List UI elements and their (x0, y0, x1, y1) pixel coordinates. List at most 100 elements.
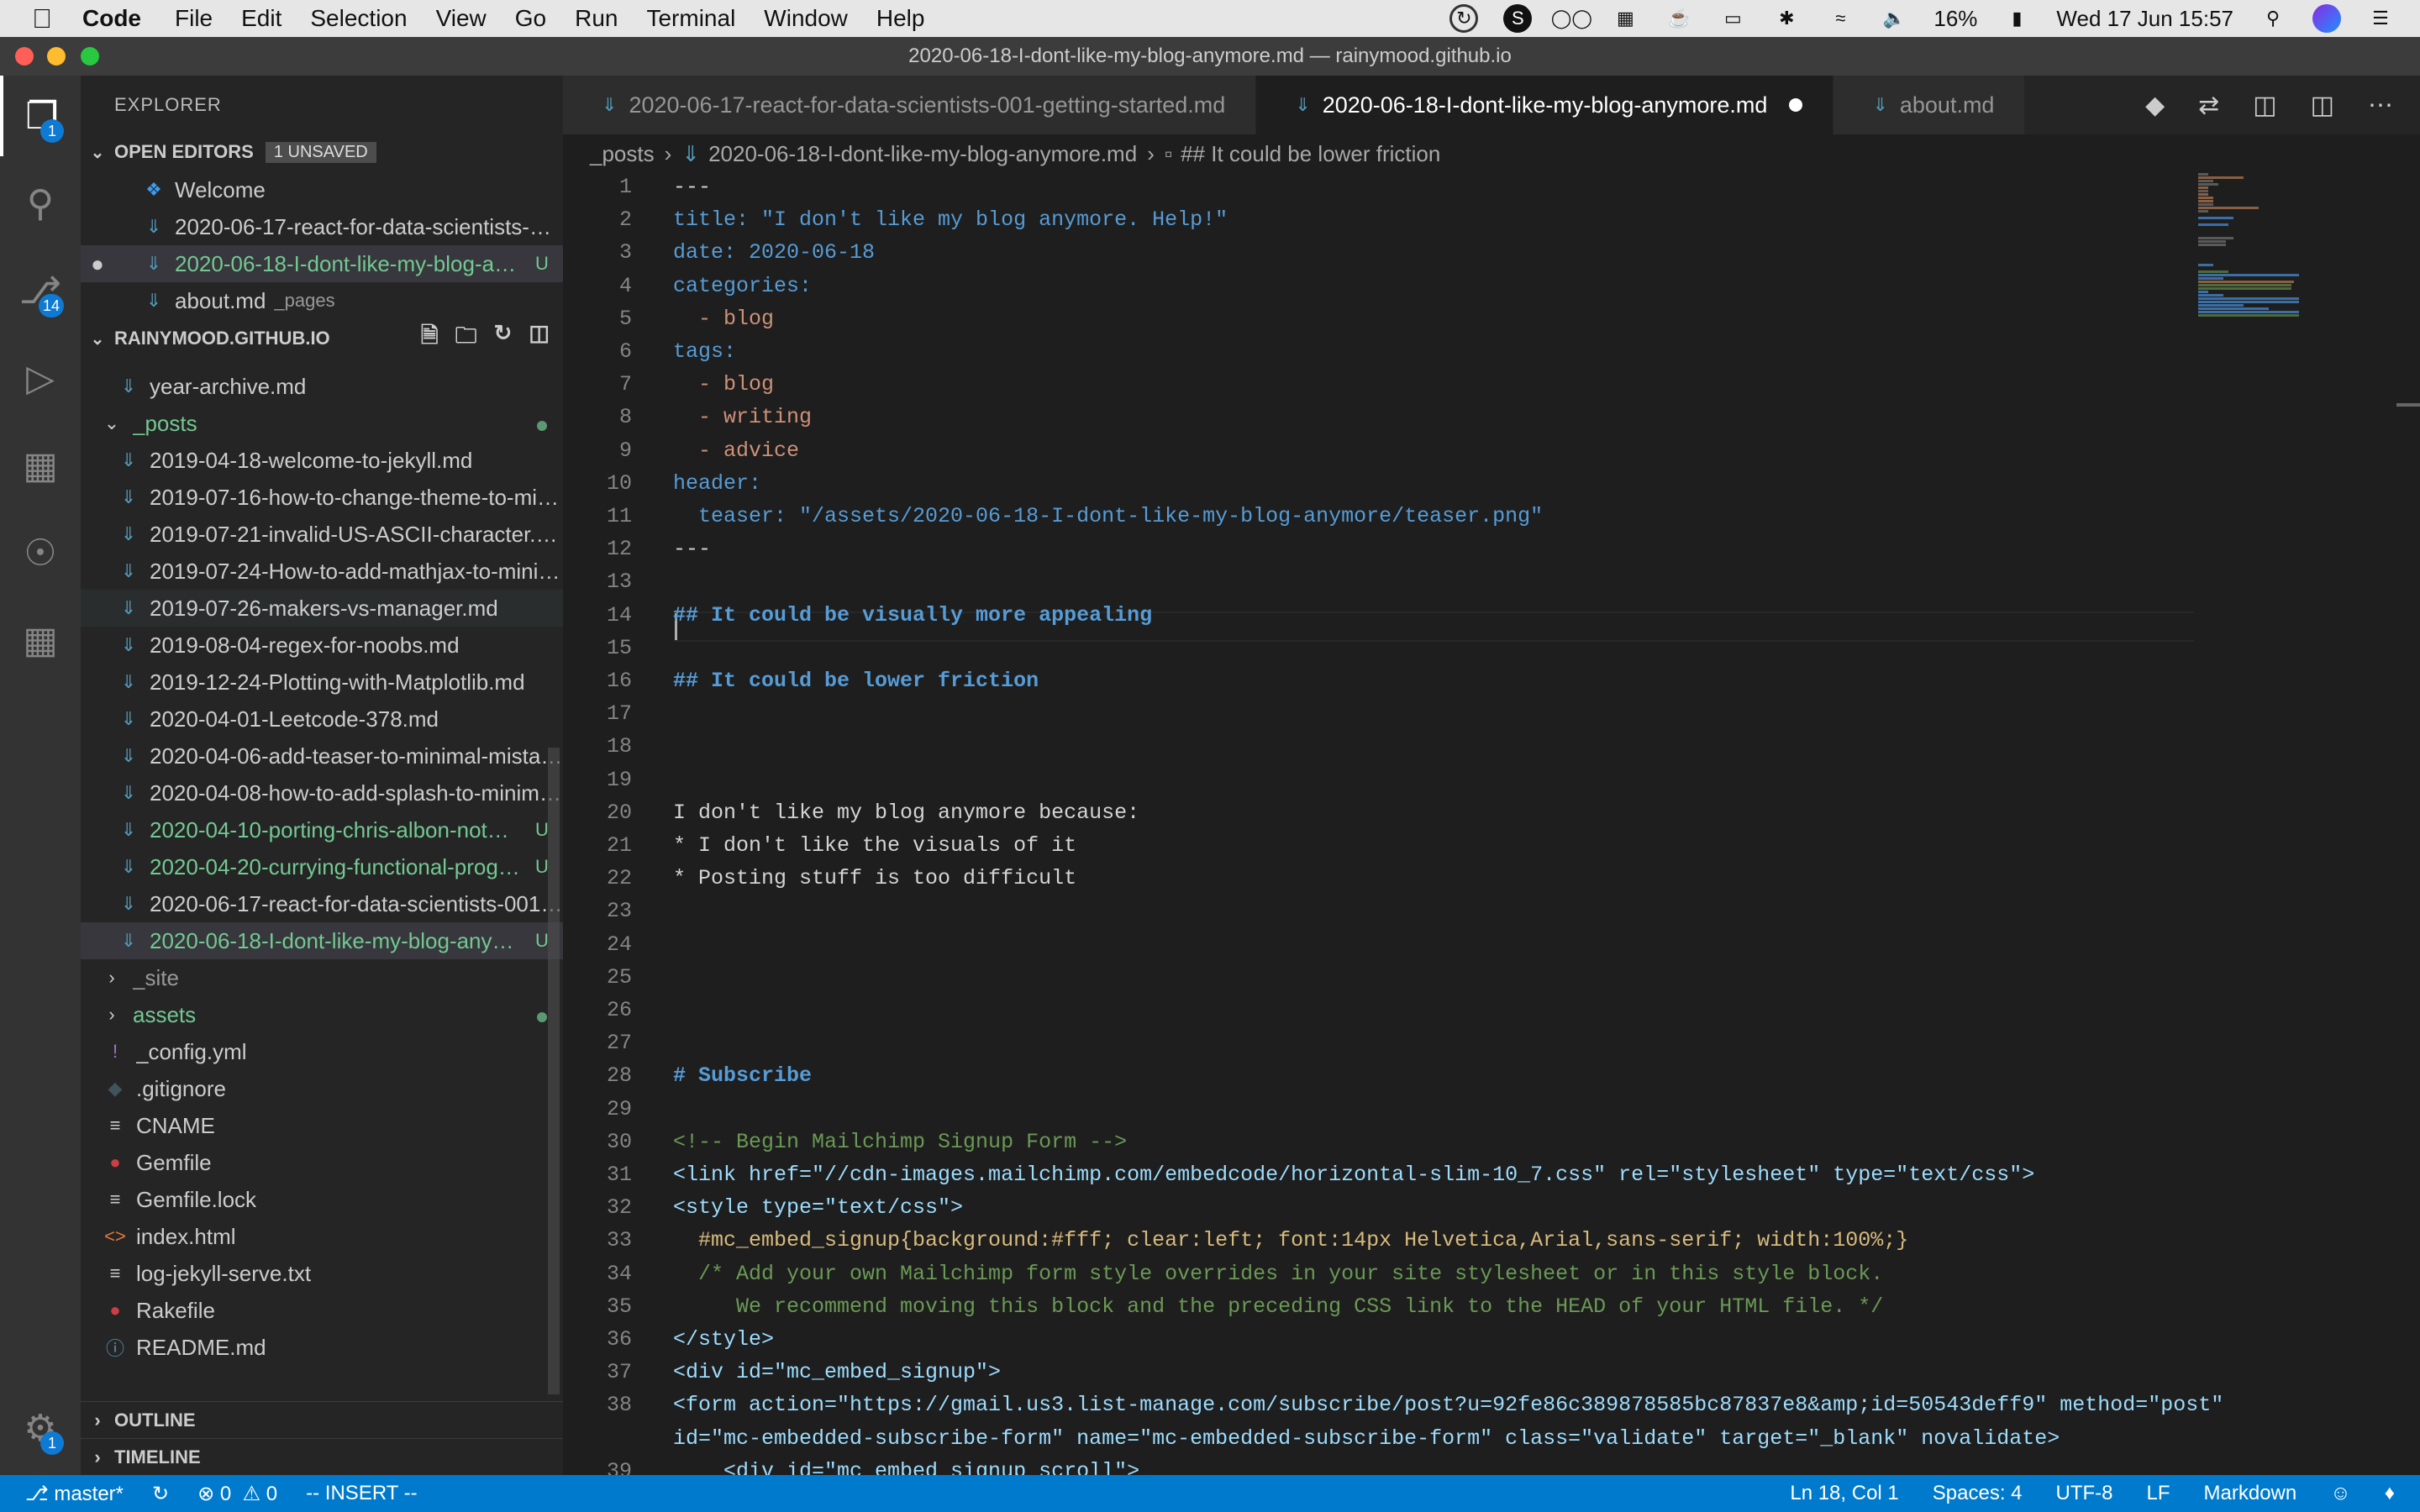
code-line[interactable]: id="mc-embedded-subscribe-form" name="mc… (673, 1426, 2060, 1451)
extensions-icon[interactable]: ▦ (0, 425, 81, 506)
notifications-bell-icon[interactable]: ♦ (2385, 1482, 2395, 1505)
tree-item[interactable]: ⇓ 2019-07-26-makers-vs-manager.md (81, 590, 563, 627)
tree-item[interactable]: ⇓ 2020-04-10-porting-chris-albon-notes.md… (81, 811, 563, 848)
spotify-icon[interactable]: S (1503, 4, 1533, 33)
code-line[interactable]: I don't like my blog anymore because: (673, 801, 1139, 825)
code-line[interactable]: categories: (673, 274, 812, 298)
tree-item[interactable]: ⇓ 2020-04-01-Leetcode-378.md (81, 701, 563, 738)
tree-item[interactable]: ⇓ 2020-04-20-currying-functional-programm… (81, 848, 563, 885)
code-line[interactable]: --- (673, 537, 711, 561)
code-line[interactable]: <link href="//cdn-images.mailchimp.com/e… (673, 1163, 2034, 1187)
tree-item[interactable]: ≡ log-jekyll-serve.txt (81, 1255, 563, 1292)
tree-item[interactable]: ⇓ 2020-04-06-add-teaser-to-minimal-mistak… (81, 738, 563, 774)
code-line[interactable]: We recommend moving this block and the p… (673, 1294, 1883, 1319)
git-graph-icon[interactable]: ☉ (0, 512, 81, 593)
menu-selection[interactable]: Selection (310, 5, 407, 32)
bluetooth-icon[interactable]: ✱ (1772, 4, 1801, 33)
code-line[interactable]: --- (673, 175, 711, 199)
tree-item[interactable]: ⇓ 2019-12-24-Plotting-with-Matplotlib.md (81, 664, 563, 701)
breadcrumb-folder[interactable]: _posts (590, 141, 655, 167)
tree-item[interactable]: ⇓ 2020-06-18-I-dont-like-my-blog-anymore.… (81, 922, 563, 959)
code-line[interactable]: #mc_embed_signup{background:#fff; clear:… (673, 1228, 1908, 1252)
timeline-header[interactable]: › TIMELINE (81, 1438, 563, 1475)
wifi-icon[interactable]: ≈ (1826, 4, 1854, 33)
code-line[interactable]: title: "I don't like my blog anymore. He… (673, 207, 1228, 232)
notification-center-icon[interactable]: ☰ (2366, 4, 2395, 33)
menu-datetime[interactable]: Wed 17 Jun 15:57 (2056, 6, 2233, 32)
code-line[interactable]: header: (673, 471, 761, 496)
tree-folder[interactable]: › assets (81, 996, 563, 1033)
encoding[interactable]: UTF-8 (2056, 1482, 2113, 1505)
sync-icon[interactable]: ↻ (152, 1482, 169, 1506)
refresh-icon[interactable]: ↻ (494, 320, 513, 357)
open-editor-item[interactable]: ❖ Welcome (81, 171, 563, 208)
menu-app[interactable]: Code (82, 5, 141, 32)
spotlight-icon[interactable]: ⚲ (2259, 4, 2287, 33)
tab-react-post[interactable]: ⇓ 2020-06-17-react-for-data-scientists-0… (563, 76, 1257, 134)
sync-icon[interactable]: ↻ (1449, 4, 1479, 33)
problems-indicator[interactable]: ⊗ 0 ⚠ 0 (197, 1482, 277, 1506)
cursor-position[interactable]: Ln 18, Col 1 (1790, 1482, 1898, 1505)
tree-item[interactable]: ⓘ README.md (81, 1329, 563, 1366)
glasses-icon[interactable]: ◯◯ (1551, 4, 1592, 33)
battery-icon[interactable]: ▮ (2002, 4, 2031, 33)
dirty-dot-icon[interactable]: ● (81, 251, 114, 277)
code-line[interactable]: # Subscribe (673, 1063, 812, 1088)
language-mode[interactable]: Markdown (2204, 1482, 2297, 1505)
menu-file[interactable]: File (175, 5, 213, 32)
open-editor-item[interactable]: ● ⇓ 2020-06-18-I-dont-like-my-blog-anymor… (81, 245, 563, 282)
breadcrumb-file[interactable]: 2020-06-18-I-dont-like-my-blog-anymore.m… (708, 141, 1137, 167)
new-folder-icon[interactable]: 🗀 (455, 320, 477, 357)
close-window-button[interactable] (15, 47, 34, 66)
indentation[interactable]: Spaces: 4 (1933, 1482, 2023, 1505)
tree-item[interactable]: ≡ Gemfile.lock (81, 1181, 563, 1218)
end-of-line[interactable]: LF (2147, 1482, 2170, 1505)
open-editor-item[interactable]: ⇓ 2020-06-17-react-for-data-scientists-0… (81, 208, 563, 245)
zoom-window-button[interactable] (81, 47, 99, 66)
run-debug-icon[interactable]: ▷ (0, 338, 81, 418)
tab-blog-post[interactable]: ⇓ 2020-06-18-I-dont-like-my-blog-anymore… (1256, 76, 1834, 134)
tree-item[interactable]: ● Gemfile (81, 1144, 563, 1181)
code-line[interactable]: - writing (673, 405, 812, 429)
code-line[interactable]: - blog (673, 307, 774, 331)
code-line[interactable]: <style type="text/css"> (673, 1195, 963, 1220)
menu-go[interactable]: Go (515, 5, 546, 32)
search-icon[interactable]: ⚲ (0, 163, 81, 244)
git-icon[interactable]: ◆ (2145, 91, 2165, 120)
volume-icon[interactable]: 🔈 (1880, 4, 1908, 33)
feedback-icon[interactable]: ☺ (2330, 1482, 2351, 1505)
settings-gear-icon[interactable]: ⚙ 1 (0, 1388, 81, 1468)
tree-item[interactable]: ⇓ 2019-08-04-regex-for-noobs.md (81, 627, 563, 664)
source-control-icon[interactable]: ⎇ 14 (0, 250, 81, 331)
tab-about[interactable]: ⇓ about.md (1833, 76, 2026, 134)
code-line[interactable]: * I don't like the visuals of it (673, 833, 1076, 858)
tree-item[interactable]: ≡ CNAME (81, 1107, 563, 1144)
open-editors-header[interactable]: ⌄ OPEN EDITORS 1 UNSAVED (81, 134, 563, 170)
coffee-icon[interactable]: ☕ (1665, 4, 1693, 33)
docker-icon[interactable]: ▦ (1611, 4, 1639, 33)
code-line[interactable]: - blog (673, 372, 774, 396)
open-editor-item[interactable]: ⇓ about.md _pages (81, 282, 563, 319)
tree-item[interactable]: ● Rakefile (81, 1292, 563, 1329)
code-line[interactable]: /* Add your own Mailchimp form style ove… (673, 1262, 1883, 1286)
menu-terminal[interactable]: Terminal (646, 5, 735, 32)
siri-icon[interactable] (2312, 4, 2341, 33)
tree-item[interactable]: ⇓ 2020-04-08-how-to-add-splash-to-minimal… (81, 774, 563, 811)
editor-scrollbar[interactable] (2396, 403, 2420, 407)
dirty-dot-icon[interactable] (1789, 98, 1803, 112)
code-line[interactable]: <!-- Begin Mailchimp Signup Form --> (673, 1130, 1127, 1154)
code-line[interactable]: ## It could be visually more appealing (673, 603, 1152, 627)
code-line[interactable]: <div id="mc_embed_signup"> (673, 1360, 1001, 1384)
compare-changes-icon[interactable]: ⇄ (2198, 91, 2219, 120)
menu-help[interactable]: Help (876, 5, 925, 32)
code-line[interactable]: ## It could be lower friction (673, 669, 1039, 693)
branch-indicator[interactable]: ⎇ master* (25, 1482, 124, 1506)
code-line[interactable]: </style> (673, 1327, 774, 1352)
code-editor[interactable]: 1 2 3 4 5 6 7 8 9 10 11 12 13 14 15 16 17 18 19 20 21 22 23 24 2… (563, 173, 2420, 1512)
code-line[interactable]: - advice (673, 438, 799, 463)
code-line[interactable]: * Posting stuff is too difficult (673, 866, 1076, 890)
menu-window[interactable]: Window (764, 5, 848, 32)
battery-percent[interactable]: 16% (1933, 6, 1977, 32)
menu-edit[interactable]: Edit (241, 5, 281, 32)
tree-item[interactable]: ⇓ 2019-07-21-invalid-US-ASCII-character.m… (81, 516, 563, 553)
